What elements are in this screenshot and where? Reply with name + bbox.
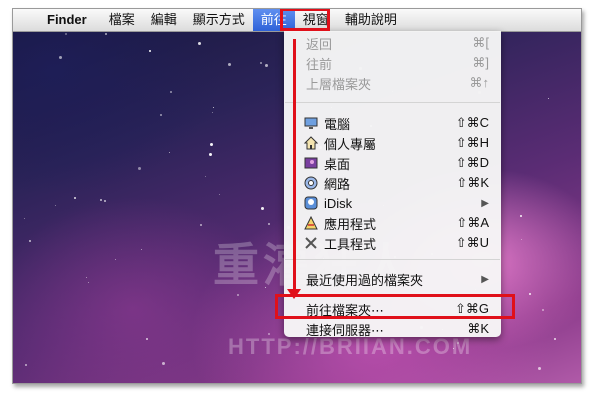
menu-item-label: 往前 xyxy=(306,56,333,72)
menu-item-shortcut: ⇧⌘D xyxy=(455,155,489,170)
star xyxy=(200,224,202,226)
star xyxy=(115,259,116,260)
menu-item-shortcut: ⌘K xyxy=(467,321,489,336)
star xyxy=(138,167,141,170)
menu-item-label: 返回 xyxy=(306,36,333,52)
star xyxy=(520,215,522,217)
network-icon xyxy=(304,176,318,190)
star xyxy=(74,197,76,199)
screenshot-frame: 重灌狂人 HTTP://BRIIAN.COM Finder 檔案 編輯 顯示方式… xyxy=(12,8,582,384)
star xyxy=(529,293,531,295)
star xyxy=(55,205,56,206)
menubar-finder[interactable]: Finder xyxy=(41,9,101,31)
menu-separator xyxy=(285,102,500,103)
menu-item-forward[interactable]: 往前 ⌘] xyxy=(284,53,501,73)
menubar-help[interactable]: 輔助說明 xyxy=(337,9,405,31)
submenu-arrow-icon: ▶ xyxy=(481,273,489,285)
star xyxy=(261,207,264,210)
menu-item-shortcut: ⌘↑ xyxy=(469,75,490,90)
submenu-arrow-icon: ▶ xyxy=(481,197,489,209)
star xyxy=(105,33,107,35)
star xyxy=(209,153,212,156)
star xyxy=(212,112,213,113)
menu-item-label: iDisk xyxy=(324,195,353,211)
menu-item-shortcut: ⇧⌘K xyxy=(456,175,489,190)
star xyxy=(521,239,522,240)
star xyxy=(59,56,62,59)
star xyxy=(198,42,201,45)
menu-item-shortcut: ⇧⌘C xyxy=(455,115,489,130)
star xyxy=(170,91,172,93)
star xyxy=(100,199,102,201)
star xyxy=(104,200,106,202)
menu-item-shortcut: ⇧⌘H xyxy=(455,135,489,150)
star xyxy=(542,309,544,311)
menu-item-applications[interactable]: 應用程式 ⇧⌘A xyxy=(284,213,501,233)
star xyxy=(228,63,231,66)
star xyxy=(554,338,556,340)
star xyxy=(162,362,165,365)
star xyxy=(24,218,25,219)
menu-item-label: 連接伺服器⋯ xyxy=(306,322,385,338)
star xyxy=(149,50,151,52)
star xyxy=(548,98,549,99)
menu-item-idisk[interactable]: iDisk ▶ xyxy=(284,193,501,213)
star xyxy=(29,240,31,242)
star xyxy=(260,62,262,64)
star xyxy=(25,364,27,366)
star xyxy=(213,107,214,108)
annotation-box-go-to-folder xyxy=(275,294,515,319)
menu-separator xyxy=(285,259,500,260)
star xyxy=(538,367,541,370)
menu-item-label: 網路 xyxy=(324,176,351,192)
star xyxy=(205,176,206,177)
menu-item-shortcut: ⌘] xyxy=(472,55,489,70)
menubar-view[interactable]: 顯示方式 xyxy=(185,9,253,31)
annotation-arrow-line xyxy=(293,39,296,293)
menu-item-shortcut: ⌘[ xyxy=(472,35,489,50)
menubar-file[interactable]: 檔案 xyxy=(101,9,143,31)
star xyxy=(86,277,87,278)
star xyxy=(210,143,213,146)
computer-icon xyxy=(304,116,318,130)
menu-item-label: 個人專屬 xyxy=(324,136,377,152)
star xyxy=(160,114,162,116)
desktop-icon xyxy=(304,156,318,170)
star xyxy=(169,152,170,153)
menu-item-label: 應用程式 xyxy=(324,216,377,232)
menu-item-shortcut: ⇧⌘U xyxy=(455,235,489,250)
menu-item-home[interactable]: 個人專屬 ⇧⌘H xyxy=(284,133,501,153)
menu-item-recent-folders[interactable]: 最近使用過的檔案夾 ▶ xyxy=(284,269,501,289)
star xyxy=(88,282,89,283)
annotation-box-go-menu xyxy=(280,9,330,31)
star xyxy=(268,223,270,225)
menu-item-enclosing-folder[interactable]: 上層檔案夾 ⌘↑ xyxy=(284,73,501,93)
menu-item-label: 上層檔案夾 xyxy=(306,76,372,92)
go-menu-dropdown: 返回 ⌘[ 往前 ⌘] 上層檔案夾 ⌘↑ 電腦 ⇧⌘C 個人專屬 ⇧⌘H 桌面 … xyxy=(284,31,501,339)
menu-item-label: 最近使用過的檔案夾 xyxy=(306,272,424,288)
menu-item-back[interactable]: 返回 ⌘[ xyxy=(284,33,501,53)
star xyxy=(146,338,148,340)
menu-item-connect-server[interactable]: 連接伺服器⋯ ⌘K xyxy=(284,319,501,339)
menu-item-label: 工具程式 xyxy=(324,236,377,252)
menu-item-computer[interactable]: 電腦 ⇧⌘C xyxy=(284,113,501,133)
star xyxy=(219,194,220,195)
star xyxy=(65,33,67,35)
applications-icon xyxy=(304,216,318,230)
menu-item-network[interactable]: 網路 ⇧⌘K xyxy=(284,173,501,193)
menu-item-desktop[interactable]: 桌面 ⇧⌘D xyxy=(284,153,501,173)
utilities-icon xyxy=(304,236,318,250)
menu-item-label: 桌面 xyxy=(324,156,351,172)
menubar-edit[interactable]: 編輯 xyxy=(143,9,185,31)
menu-item-label: 電腦 xyxy=(324,116,351,132)
star xyxy=(141,249,142,250)
home-icon xyxy=(304,136,318,150)
idisk-icon xyxy=(304,196,318,210)
menu-item-shortcut: ⇧⌘A xyxy=(456,215,489,230)
star xyxy=(265,64,268,67)
menu-item-utilities[interactable]: 工具程式 ⇧⌘U xyxy=(284,233,501,253)
